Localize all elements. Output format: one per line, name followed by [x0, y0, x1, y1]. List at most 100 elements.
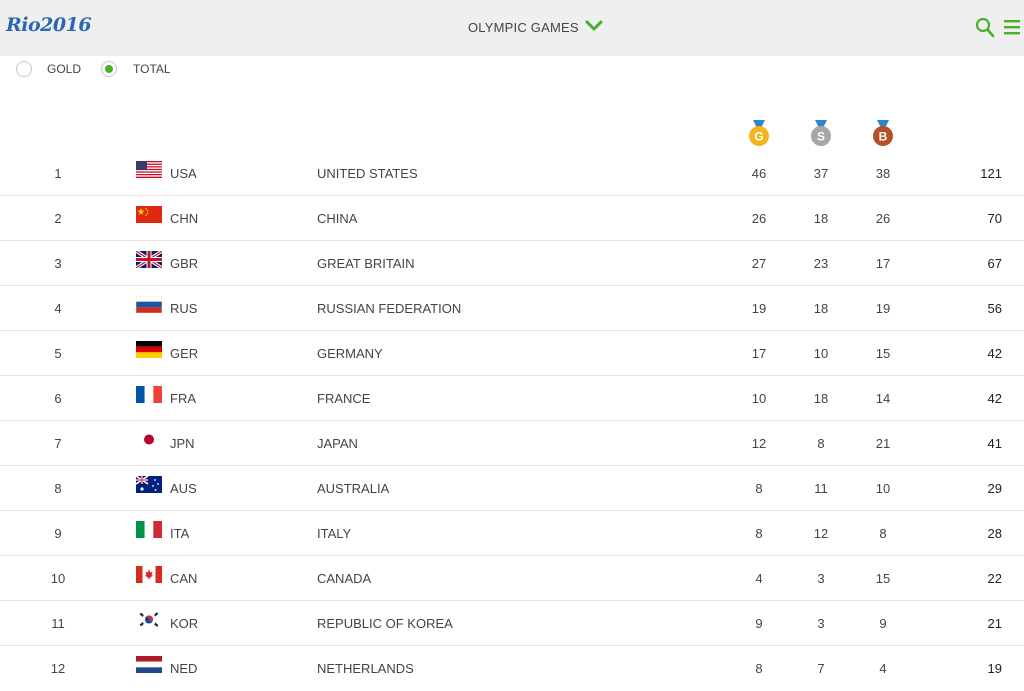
bronze-medal-icon: B: [873, 120, 893, 146]
country-code: AUS: [170, 481, 197, 496]
table-row[interactable]: 5 GER GERMANY 17 10 15 42: [0, 331, 1024, 376]
silver-count: 18: [813, 391, 829, 406]
gold-count: 8: [755, 526, 763, 541]
bronze-count: 15: [875, 571, 891, 586]
total-count: 22: [987, 571, 1002, 586]
gold-radio[interactable]: [16, 61, 32, 77]
total-count: 121: [980, 166, 1002, 181]
silver-count: 3: [817, 616, 825, 631]
rank: 5: [54, 346, 62, 361]
country-code: FRA: [170, 391, 196, 406]
country-name: NETHERLANDS: [317, 661, 414, 676]
bronze-count: 4: [879, 661, 887, 676]
gold-count: 12: [751, 436, 767, 451]
country-code: GER: [170, 346, 199, 361]
rank: 3: [54, 256, 62, 271]
table-row[interactable]: 9 ITA ITALY 8 12 8 28: [0, 511, 1024, 556]
gold-count: 8: [755, 481, 763, 496]
rank: 7: [54, 436, 62, 451]
country-name: JAPAN: [317, 436, 358, 451]
australia-flag-icon: [136, 476, 162, 493]
table-row[interactable]: 2 CHN CHINA 26 18 26 70: [0, 196, 1024, 241]
country-code: CHN: [170, 211, 199, 226]
total-count: 29: [987, 481, 1002, 496]
table-row[interactable]: 6 FRA FRANCE 10 18 14 42: [0, 376, 1024, 421]
gold-count: 17: [751, 346, 767, 361]
total-count: 42: [987, 391, 1002, 406]
silver-medal-letter: S: [817, 130, 825, 144]
gold-medal-icon: G: [749, 120, 769, 146]
table-row[interactable]: 8 AUS AUSTRALIA 8 11 10 29: [0, 466, 1024, 511]
silver-count: 10: [813, 346, 829, 361]
japan-flag-icon: [136, 431, 162, 448]
rank: 9: [54, 526, 62, 541]
olympic-games-menu-label[interactable]: OLYMPIC GAMES: [468, 20, 579, 35]
silver-count: 3: [817, 571, 825, 586]
table-row[interactable]: 4 RUS RUSSIAN FEDERATION 19 18 19 56: [0, 286, 1024, 331]
italy-flag-icon: [136, 521, 162, 538]
bronze-count: 21: [875, 436, 891, 451]
country-code: ITA: [170, 526, 190, 541]
bronze-count: 10: [875, 481, 891, 496]
country-code: JPN: [170, 436, 195, 451]
rank: 10: [50, 571, 66, 586]
gold-count: 26: [751, 211, 767, 226]
country-name: FRANCE: [317, 391, 371, 406]
great-britain-flag-icon: [136, 251, 162, 268]
south-korea-flag-icon: [136, 611, 162, 628]
silver-count: 11: [814, 481, 828, 496]
bronze-count: 19: [875, 301, 891, 316]
country-code: GBR: [170, 256, 199, 271]
chevron-down-icon[interactable]: [585, 19, 603, 33]
gold-count: 4: [755, 571, 763, 586]
silver-medal-icon: S: [811, 120, 831, 146]
germany-flag-icon: [136, 341, 162, 358]
bronze-count: 14: [875, 391, 891, 406]
bronze-count: 15: [875, 346, 891, 361]
table-row[interactable]: 3 GBR GREAT BRITAIN 27 23 17 67: [0, 241, 1024, 286]
country-name: CANADA: [317, 571, 372, 586]
country-name: GERMANY: [317, 346, 383, 361]
bronze-count: 9: [879, 616, 887, 631]
rank: 2: [54, 211, 62, 226]
rank: 8: [54, 481, 62, 496]
netherlands-flag-icon: [136, 656, 162, 673]
rank: 1: [54, 166, 62, 181]
china-flag-icon: [136, 206, 162, 223]
bronze-count: 26: [875, 211, 891, 226]
table-row[interactable]: 11 KOR REPUBLIC OF KOREA 9 3 9 21: [0, 601, 1024, 646]
table-row[interactable]: 1 USA UNITED STATES 46 37 38 121: [0, 151, 1024, 196]
total-radio[interactable]: [101, 61, 117, 77]
gold-count: 19: [751, 301, 767, 316]
total-count: 21: [987, 616, 1002, 631]
gold-medal-letter: G: [754, 130, 763, 144]
country-code: CAN: [170, 571, 198, 586]
total-count: 41: [987, 436, 1002, 451]
hamburger-menu-icon[interactable]: [1004, 19, 1020, 35]
silver-count: 18: [813, 301, 829, 316]
table-row[interactable]: 7 JPN JAPAN 12 8 21 41: [0, 421, 1024, 466]
rank: 4: [54, 301, 62, 316]
bronze-count: 17: [875, 256, 891, 271]
country-name: REPUBLIC OF KOREA: [317, 616, 453, 631]
top-bar: Rio2016 OLYMPIC GAMES: [0, 0, 1024, 56]
country-name: AUSTRALIA: [317, 481, 390, 496]
table-row[interactable]: 12 NED NETHERLANDS 8 7 4 19: [0, 646, 1024, 691]
silver-count: 7: [817, 661, 825, 676]
silver-count: 23: [813, 256, 829, 271]
total-radio-label: TOTAL: [133, 62, 171, 76]
france-flag-icon: [136, 386, 162, 403]
silver-count: 37: [813, 166, 829, 181]
country-code: KOR: [170, 616, 199, 631]
silver-count: 18: [813, 211, 829, 226]
bronze-count: 8: [879, 526, 887, 541]
gold-count: 46: [751, 166, 767, 181]
table-row[interactable]: 10 CAN CANADA 4 3 15 22: [0, 556, 1024, 601]
total-count: 28: [987, 526, 1002, 541]
canada-flag-icon: [136, 566, 162, 583]
search-icon[interactable]: [975, 17, 995, 39]
gold-radio-label: GOLD: [47, 62, 82, 76]
country-code: NED: [170, 661, 198, 676]
rio2016-logo[interactable]: Rio2016: [6, 14, 92, 36]
country-code: USA: [170, 166, 197, 181]
